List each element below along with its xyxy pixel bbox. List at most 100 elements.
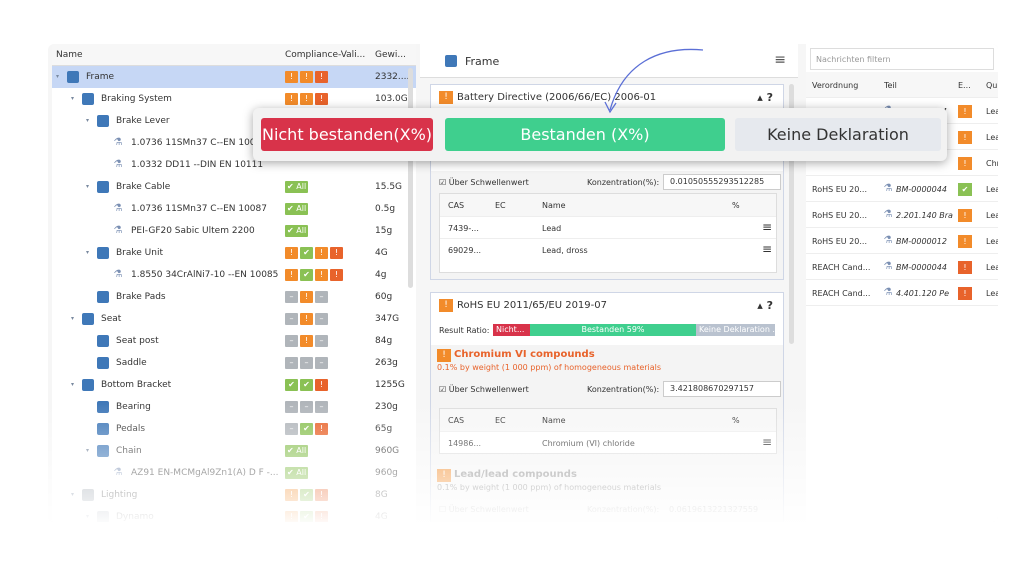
concentration-value[interactable]: 0.0619613221327559 [669, 505, 758, 514]
weight-cell: 65g [375, 424, 393, 434]
col-status[interactable]: E... [958, 81, 971, 90]
message-filter-input[interactable]: Nachrichten filtern [810, 48, 994, 70]
status-icon: ! [958, 157, 972, 170]
tree-row-label: Saddle [116, 358, 147, 368]
expand-toggle-icon[interactable]: ▾ [86, 447, 89, 454]
status-chip: ✔ All [285, 181, 309, 193]
status-icon: ! [958, 261, 972, 274]
quantity-cell: Lea [986, 289, 998, 298]
expand-toggle-icon[interactable]: ▾ [86, 513, 89, 520]
tree-row[interactable]: ▾ Bottom Bracket ✔ ✔! 1255G [52, 374, 416, 396]
compliance-status: ✔ ✔! [285, 379, 328, 391]
expand-toggle-icon[interactable]: ▾ [86, 183, 89, 190]
tree-scrollbar[interactable] [408, 68, 413, 288]
collapse-help-icons[interactable]: ▴ ? [757, 91, 773, 104]
expand-toggle-icon[interactable]: ▾ [56, 73, 59, 80]
expand-toggle-icon[interactable]: ▾ [71, 381, 74, 388]
status-chip: ✔ [300, 269, 313, 281]
status-chip: ✔ [285, 379, 298, 391]
collapse-help-icons[interactable]: ▴ ? [757, 299, 773, 312]
col-ec: EC [495, 201, 506, 210]
expand-toggle-icon[interactable]: ▾ [71, 95, 74, 102]
tree-row[interactable]: Pedals – ✔! 65g [52, 418, 416, 440]
message-row[interactable]: RoHS EU 20... ⚗ BM-0000044 ✔ Lea [806, 176, 998, 202]
tree-row[interactable]: Seat post –! – 84g [52, 330, 416, 352]
tree-row[interactable]: ⚗ 1.8550 34CrAlNi7-10 --EN 10085! ✔!! 4g [52, 264, 416, 286]
table-row[interactable]: 69029... Lead, dross ≡ [440, 238, 776, 260]
col-part[interactable]: Teil [884, 81, 897, 90]
tree-row[interactable]: ▾ Braking System!!! 103.0G [52, 88, 416, 110]
status-chip: ! [300, 291, 313, 303]
detail-title: Frame [465, 55, 500, 68]
col-regulation[interactable]: Verordnung [812, 81, 858, 90]
cube-icon [97, 401, 109, 413]
part-cell: BM-0000044 [896, 263, 947, 272]
threshold-checkbox[interactable]: ☑ Über Schwellenwert [439, 178, 529, 187]
message-row[interactable]: RoHS EU 20... ⚗ BM-0000012! Lea [806, 228, 998, 254]
pointer-arrow [604, 48, 704, 114]
status-chip: ✔ All [285, 445, 309, 457]
tree-row[interactable]: Saddle – – –263g [52, 352, 416, 374]
concentration-field[interactable]: 3.421808670297157 [663, 381, 781, 397]
status-chip: – [315, 313, 328, 325]
concentration-label: Konzentration(%): [587, 178, 660, 187]
cube-icon [97, 423, 109, 435]
weight-cell: 0.5g [375, 204, 396, 214]
tree-row[interactable]: ▾ Brake Unit! ✔!! 4G [52, 242, 416, 264]
threshold-checkbox[interactable]: ☑ Über Schwellenwert [439, 385, 529, 394]
status-chip: ! [285, 489, 298, 501]
tree-row[interactable]: ⚗ AZ91 EN-MCMgAl9Zn1(A) D F -... ✔ All 960g [52, 462, 416, 484]
cube-icon [97, 445, 109, 457]
row-menu-icon[interactable]: ≡ [762, 435, 772, 449]
concentration-label: Konzentration(%): [587, 505, 660, 514]
tree-row[interactable]: Bearing – – –230g [52, 396, 416, 418]
expand-toggle-icon[interactable]: ▾ [86, 249, 89, 256]
table-header: CAS EC Name % [440, 194, 776, 216]
message-row[interactable]: RoHS EU 20... ⚗ 2.201.140 Bra! Lea [806, 202, 998, 228]
column-weight[interactable]: Gewi... [375, 50, 406, 60]
message-row[interactable]: REACH Cand... ⚗ 4.401.120 Pe! Lea [806, 280, 998, 306]
cube-icon [445, 55, 457, 67]
status-chip: ! [315, 379, 328, 391]
status-icon: ! [958, 131, 972, 144]
table-row[interactable]: 7439-... Lead ≡ [440, 216, 776, 238]
column-compliance[interactable]: Compliance-Vali... [285, 50, 365, 60]
table-row[interactable]: 14986... Chromium (VI) chloride ≡ [440, 431, 776, 453]
weight-cell: 4g [375, 270, 387, 280]
name-cell: Chromium (VI) chloride [542, 439, 635, 448]
concentration-field[interactable]: 0.01050555293512285 [663, 174, 781, 190]
regulation-cell: RoHS EU 20... [812, 237, 867, 246]
tree-row[interactable]: ▾ Brake Cable ✔ All 15.5G [52, 176, 416, 198]
row-menu-icon[interactable]: ≡ [762, 242, 772, 256]
threshold-checkbox[interactable]: ☐ Über Schwellenwert [439, 505, 529, 514]
expand-toggle-icon[interactable]: ▾ [71, 315, 74, 322]
row-menu-icon[interactable]: ≡ [762, 220, 772, 234]
tree-row[interactable]: Brake Pads –! – 60g [52, 286, 416, 308]
col-quantity[interactable]: Qu [986, 81, 997, 90]
menu-icon[interactable]: ≡ [774, 52, 786, 68]
tree-row[interactable]: ▾ Seat –! – 347G [52, 308, 416, 330]
warning-icon: ! [437, 349, 451, 362]
tree-row[interactable]: ▾ Chain ✔ All 960G [52, 440, 416, 462]
tree-row[interactable]: ▾ Frame!!! 2332.... [52, 66, 416, 88]
column-name[interactable]: Name [56, 50, 83, 60]
material-icon: ⚗ [113, 159, 123, 170]
compliance-status: ! ✔! [285, 511, 328, 522]
weight-cell: 15g [375, 226, 393, 236]
warning-icon: ! [437, 469, 451, 482]
status-chip: ✔ [300, 489, 313, 501]
status-chip: ! [315, 71, 328, 83]
tree-row[interactable]: ⚗ PEI-GF20 Sabic Ultem 2200 ✔ All 15g [52, 220, 416, 242]
compliance-status: – – – [285, 357, 328, 369]
tree-row[interactable]: ⚗ 1.0736 11SMn37 C--EN 10087 ✔ All 0.5g [52, 198, 416, 220]
tree-row[interactable]: ▾ Dynamo! ✔! 4G [52, 506, 416, 522]
expand-toggle-icon[interactable]: ▾ [86, 117, 89, 124]
status-chip: – [285, 335, 298, 347]
compliance-status: ✔ All [285, 467, 309, 479]
tree-row[interactable]: ▾ Lighting! ✔! 8G [52, 484, 416, 506]
expand-toggle-icon[interactable]: ▾ [71, 491, 74, 498]
message-row[interactable]: REACH Cand... ⚗ BM-0000044! Lea [806, 254, 998, 280]
tree-row-label: 1.0332 DD11 --DIN EN 10111 [131, 160, 264, 170]
status-chip: ✔ [300, 379, 313, 391]
compliance-status: ✔ All [285, 181, 309, 193]
